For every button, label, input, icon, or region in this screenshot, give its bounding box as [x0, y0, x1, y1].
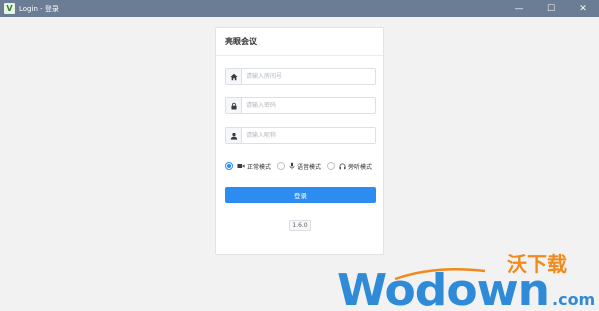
window-title: Login - 登录 [19, 4, 59, 13]
minimize-button[interactable]: — [503, 0, 535, 17]
mode-normal[interactable]: 正常模式 [225, 162, 271, 171]
microphone-icon [289, 162, 295, 170]
password-field [225, 97, 376, 114]
maximize-button[interactable]: ☐ [535, 0, 567, 17]
room-number-field [225, 68, 376, 85]
window-controls: — ☐ ✕ [503, 0, 599, 17]
nickname-field [225, 127, 376, 144]
watermark-main: Wodown [337, 265, 549, 309]
room-number-input[interactable] [242, 69, 375, 84]
lock-icon [226, 98, 242, 113]
radio-normal[interactable] [225, 162, 233, 170]
app-icon: V [4, 3, 15, 14]
nickname-input[interactable] [242, 128, 375, 143]
window-titlebar[interactable]: V Login - 登录 — ☐ ✕ [0, 0, 599, 17]
video-camera-icon [237, 163, 245, 169]
mode-radio-group: 正常模式 语音模式 旁听模式 [225, 161, 380, 171]
wodown-watermark-logo: 沃下载 Wodown .com [337, 252, 595, 309]
radio-voice[interactable] [277, 162, 286, 170]
headphones-icon [339, 163, 346, 170]
version-badge: 1.6.0 [289, 220, 311, 231]
mode-normal-label: 正常模式 [247, 163, 272, 171]
card-title: 亮眼会议 [216, 28, 383, 56]
password-input[interactable] [242, 98, 375, 113]
close-button[interactable]: ✕ [567, 0, 599, 17]
mode-voice-label: 语音模式 [297, 163, 322, 171]
user-icon [226, 128, 242, 143]
login-card: 亮眼会议 正常模式 语音模式 [215, 27, 384, 255]
radio-listen[interactable] [327, 162, 336, 170]
mode-listen[interactable]: 旁听模式 [327, 162, 372, 171]
login-button[interactable]: 登录 [225, 187, 376, 203]
watermark-suffix: .com [552, 290, 595, 309]
mode-listen-label: 旁听模式 [348, 163, 373, 171]
home-icon [226, 69, 242, 84]
mode-voice[interactable]: 语音模式 [277, 162, 321, 171]
